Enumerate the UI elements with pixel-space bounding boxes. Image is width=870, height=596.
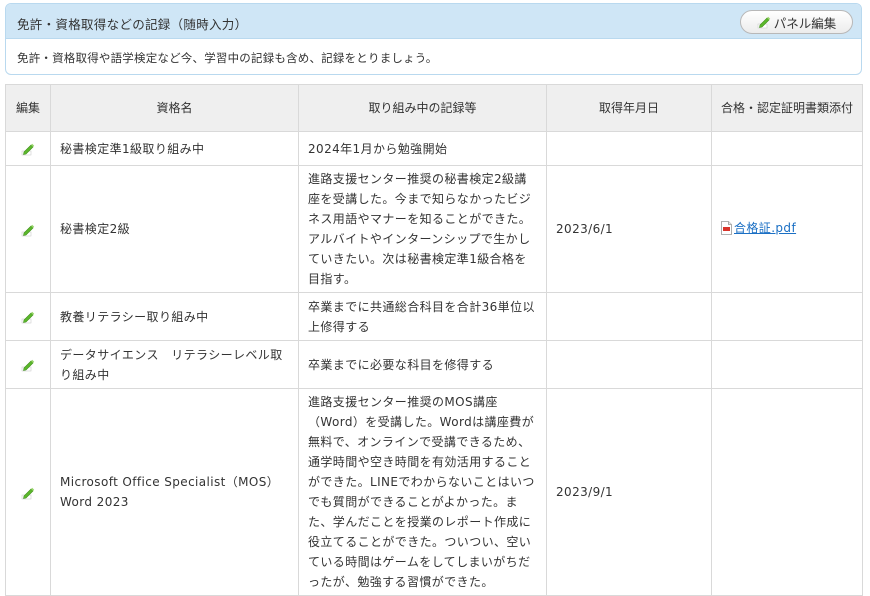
col-header-record: 取り組み中の記録等	[298, 84, 547, 132]
table-row: データサイエンス リテラシーレベル取り組み中 卒業までに必要な科目を修得する	[5, 340, 863, 389]
record-cell: 2024年1月から勉強開始	[298, 131, 547, 166]
attachment-cell	[711, 388, 863, 596]
attachment-cell	[711, 131, 863, 166]
attachment-link[interactable]: 合格証.pdf	[721, 218, 796, 238]
pencil-icon[interactable]	[21, 223, 35, 237]
name-cell: 秘書検定2級	[50, 165, 299, 293]
edit-panel-button[interactable]: パネル編集	[740, 10, 853, 34]
col-header-attachment: 合格・認定証明書類添付	[711, 84, 863, 132]
name-cell: Microsoft Office Specialist（MOS）Word 202…	[50, 388, 299, 596]
attachment-cell	[711, 340, 863, 389]
pencil-icon[interactable]	[21, 358, 35, 372]
records-table: 編集 資格名 取り組み中の記録等 取得年月日 合格・認定証明書類添付 秘書検定準…	[5, 84, 863, 596]
attachment-cell: 合格証.pdf	[711, 165, 863, 293]
record-cell: 進路支援センター推奨の秘書検定2級講座を受講した。今まで知らなかったビジネス用語…	[298, 165, 547, 293]
edit-cell[interactable]	[5, 165, 51, 293]
pencil-icon[interactable]	[21, 486, 35, 500]
table-row: 秘書検定2級 進路支援センター推奨の秘書検定2級講座を受講した。今まで知らなかっ…	[5, 165, 863, 293]
table-row: 教養リテラシー取り組み中 卒業までに共通総合科目を合計36単位以上修得する	[5, 292, 863, 341]
col-header-name: 資格名	[50, 84, 299, 132]
date-cell	[546, 292, 712, 341]
records-panel: 免許・資格取得などの記録（随時入力） パネル編集 免許・資格取得や語学検定など今…	[5, 3, 862, 75]
edit-panel-label: パネル編集	[773, 15, 837, 31]
panel-header: 免許・資格取得などの記録（随時入力） パネル編集	[6, 4, 861, 39]
record-cell: 進路支援センター推奨のMOS講座（Word）を受講した。Wordは講座費が無料で…	[298, 388, 547, 596]
panel-title: 免許・資格取得などの記録（随時入力）	[17, 17, 248, 32]
edit-cell[interactable]	[5, 340, 51, 389]
col-header-date: 取得年月日	[546, 84, 712, 132]
name-cell: 教養リテラシー取り組み中	[50, 292, 299, 341]
edit-cell[interactable]	[5, 131, 51, 166]
pdf-file-icon	[721, 220, 732, 235]
record-cell: 卒業までに共通総合科目を合計36単位以上修得する	[298, 292, 547, 341]
table-row: 秘書検定準1級取り組み中 2024年1月から勉強開始	[5, 131, 863, 166]
attachment-filename[interactable]: 合格証.pdf	[734, 218, 796, 238]
table-row: Microsoft Office Specialist（MOS）Word 202…	[5, 388, 863, 596]
panel-description: 免許・資格取得や語学検定など今、学習中の記録も含め、記録をとりましょう。	[17, 51, 438, 65]
date-cell: 2023/9/1	[546, 388, 712, 596]
name-cell: 秘書検定準1級取り組み中	[50, 131, 299, 166]
attachment-cell	[711, 292, 863, 341]
pencil-icon[interactable]	[21, 142, 35, 156]
record-cell: 卒業までに必要な科目を修得する	[298, 340, 547, 389]
date-cell	[546, 131, 712, 166]
col-header-edit: 編集	[5, 84, 51, 132]
name-cell: データサイエンス リテラシーレベル取り組み中	[50, 340, 299, 389]
edit-cell[interactable]	[5, 388, 51, 596]
pencil-icon[interactable]	[21, 310, 35, 324]
table-header-row: 編集 資格名 取り組み中の記録等 取得年月日 合格・認定証明書類添付	[5, 84, 863, 132]
edit-cell[interactable]	[5, 292, 51, 341]
pencil-icon	[757, 16, 770, 29]
date-cell	[546, 340, 712, 389]
date-cell: 2023/6/1	[546, 165, 712, 293]
